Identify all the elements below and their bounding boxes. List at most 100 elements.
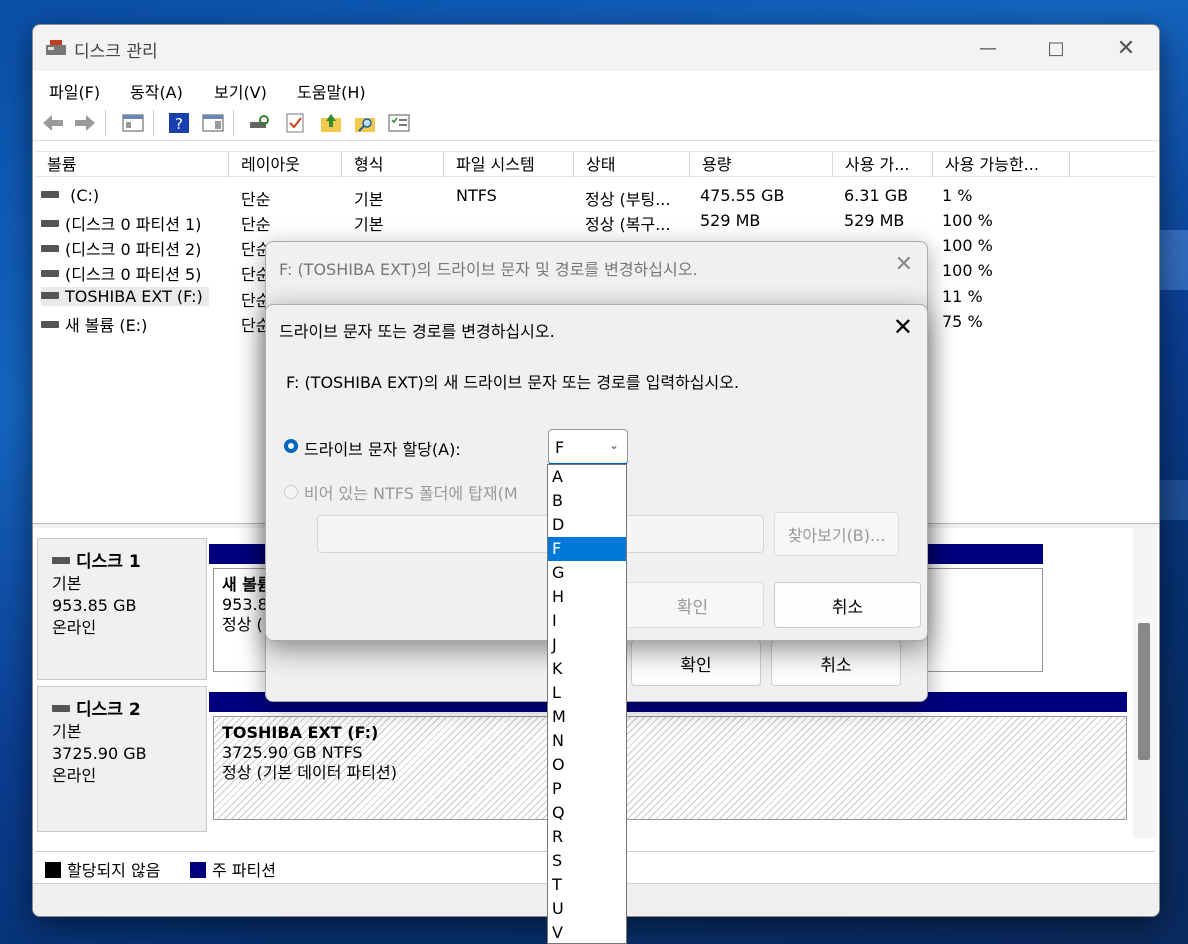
cell-filesystem: NTFS [456,186,497,205]
col-header-filesystem[interactable]: 파일 시스템 [444,152,574,178]
col-header-free-space[interactable]: 사용 가... [833,152,933,178]
cell-capacity: 475.55 GB [700,186,785,205]
checkmark-list-icon[interactable] [283,112,307,134]
drive-letter-dropdown-list[interactable]: ABDFGHIJKLMNOPQRSTUV [547,464,627,944]
col-header-type[interactable]: 형식 [342,152,444,178]
cancel-button[interactable]: 취소 [771,640,901,686]
toolbar-separator [105,110,106,136]
dropdown-option-g[interactable]: G [548,561,626,585]
dropdown-option-n[interactable]: N [548,729,626,753]
disk-name: 디스크 1 [76,552,141,572]
export-folder-icon[interactable] [319,112,343,134]
table-row[interactable]: (디스크 0 파티션 1) 단순 기본 정상 (복구... 529 MB 529… [35,208,1155,234]
dropdown-option-s[interactable]: S [548,849,626,873]
col-header-status[interactable]: 상태 [574,152,690,178]
cell-volume: (C:) [65,186,100,205]
col-header-layout[interactable]: 레이아웃 [229,152,342,178]
dropdown-option-i[interactable]: I [548,609,626,633]
dropdown-option-r[interactable]: R [548,825,626,849]
cell-free-space: 529 MB [844,211,905,230]
ok-button[interactable]: 확인 [631,640,761,686]
browse-button[interactable]: 찾아보기(B)... [774,512,899,556]
col-header-volume[interactable]: 볼륨 [35,152,229,178]
disk-size: 3725.90 GB [52,744,147,763]
dropdown-option-d[interactable]: D [548,513,626,537]
selected-letter: F [555,438,565,457]
console-tree-icon[interactable] [121,112,145,134]
menu-bar: 파일(F) 동작(A) 보기(V) 도움말(H) [33,71,1159,105]
volume-list-header: 볼륨 레이아웃 형식 파일 시스템 상태 용량 사용 가... 사용 가능한..… [35,151,1155,178]
menu-view[interactable]: 보기(V) [214,79,267,103]
folder-path-input[interactable] [317,515,764,553]
cancel-button[interactable]: 취소 [774,582,921,628]
dropdown-option-o[interactable]: O [548,753,626,777]
maximize-button[interactable]: □ [1021,25,1091,71]
window-title: 디스크 관리 [74,42,158,62]
dropdown-option-v[interactable]: V [548,921,626,943]
find-folder-icon[interactable] [353,112,377,134]
assign-letter-radio[interactable] [284,439,298,453]
mount-folder-radio[interactable] [284,485,298,499]
properties-pane-icon[interactable] [201,112,225,134]
cell-percent-free: 100 % [942,236,993,255]
volume-icon [41,292,59,299]
dropdown-option-h[interactable]: H [548,585,626,609]
help-icon[interactable]: ? [167,112,191,134]
cell-type: 기본 [354,190,384,209]
mount-folder-label[interactable]: 비어 있는 NTFS 폴더에 탑재(M [304,480,518,504]
close-button[interactable]: ✕ [1091,25,1159,71]
cell-volume: (디스크 0 파티션 2) [65,240,202,259]
dropdown-option-q[interactable]: Q [548,801,626,825]
dropdown-option-b[interactable]: B [548,489,626,513]
scrollbar-thumb[interactable] [1138,623,1150,760]
legend-unallocated: 할당되지 않음 [67,861,161,880]
disk-name: 디스크 2 [76,700,141,720]
assign-letter-label[interactable]: 드라이브 문자 할당(A): [304,436,461,460]
volume-icon [41,191,59,198]
menu-action[interactable]: 동작(A) [130,79,183,103]
task-list-icon[interactable] [387,112,411,134]
cell-volume: (디스크 0 파티션 5) [65,265,202,284]
cell-volume: 새 볼륨 (E:) [65,316,148,335]
dropdown-option-a[interactable]: A [548,465,626,489]
disk-kind: 기본 [52,722,82,741]
dropdown-option-k[interactable]: K [548,657,626,681]
disk-1-info[interactable]: 디스크 1 기본 953.85 GB 온라인 [37,538,207,680]
dropdown-option-p[interactable]: P [548,777,626,801]
menu-file[interactable]: 파일(F) [49,79,100,103]
dropdown-option-t[interactable]: T [548,873,626,897]
cell-capacity: 529 MB [700,211,761,230]
volume-icon [41,245,59,252]
dropdown-option-l[interactable]: L [548,681,626,705]
cell-status: 정상 (복구... [585,215,671,234]
ok-button[interactable]: 확인 [621,582,764,628]
dropdown-option-u[interactable]: U [548,897,626,921]
dropdown-option-j[interactable]: J [548,633,626,657]
cell-volume: (디스크 0 파티션 1) [65,215,202,234]
title-bar[interactable]: 디스크 관리 — □ ✕ [33,25,1159,71]
disk-2-info[interactable]: 디스크 2 기본 3725.90 GB 온라인 [37,686,207,832]
dialog-title: 드라이브 문자 또는 경로를 변경하십시오. [279,322,555,341]
forward-arrow-icon[interactable] [73,112,97,134]
partition-toshiba-ext[interactable]: TOSHIBA EXT (F:) 3725.90 GB NTFS 정상 (기본 … [213,716,1127,820]
dropdown-option-m[interactable]: M [548,705,626,729]
toolbar-separator [153,110,154,136]
disk-state: 온라인 [52,618,97,637]
dropdown-option-f[interactable]: F [548,537,626,561]
connect-disk-icon[interactable] [247,112,271,134]
disk-management-app-icon [46,40,66,55]
col-header-capacity[interactable]: 용량 [690,152,833,178]
graphical-view-scrollbar[interactable] [1133,528,1157,838]
minimize-button[interactable]: — [953,25,1023,71]
disk-icon [52,705,70,712]
back-arrow-icon[interactable] [41,112,65,134]
disk-icon [52,557,70,564]
close-icon[interactable]: ✕ [893,313,913,341]
menu-help[interactable]: 도움말(H) [297,79,366,103]
table-row[interactable]: (C:) 단순 기본 NTFS 정상 (부팅... 475.55 GB 6.31… [35,183,1155,209]
col-header-percent-free[interactable]: 사용 가능한... [933,152,1070,178]
cell-percent-free: 11 % [942,287,983,306]
disk-kind: 기본 [52,574,82,593]
close-icon[interactable]: ✕ [895,252,913,277]
drive-letter-select[interactable]: F ⌄ [548,429,628,465]
